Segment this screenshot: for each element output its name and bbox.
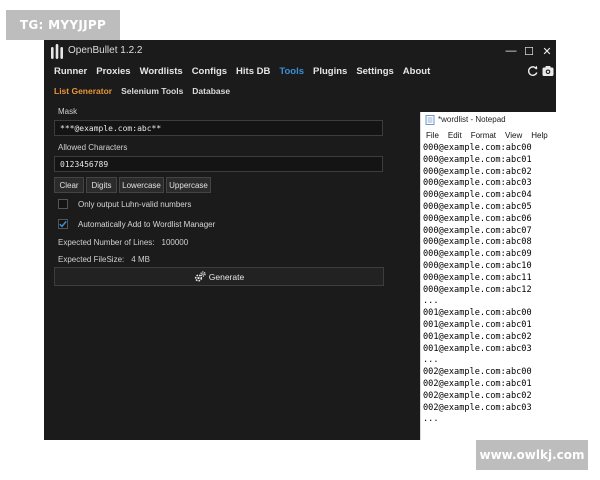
window-controls: — ☐ ✕: [502, 42, 556, 60]
nav-tab-proxies[interactable]: Proxies: [96, 66, 130, 77]
sub-tab-list-generator[interactable]: List Generator: [54, 86, 112, 96]
nav-tab-tools[interactable]: Tools: [279, 66, 304, 77]
expected-lines-label: Expected Number of Lines:: [58, 238, 155, 247]
wordlist-line: 000@example.com:abc08: [423, 237, 532, 248]
camera-icon[interactable]: [542, 65, 554, 77]
expected-filesize-value: 4 MB: [131, 255, 150, 264]
openbullet-logo-icon: [51, 44, 63, 59]
nav-tab-configs[interactable]: Configs: [192, 66, 227, 77]
checkmark-icon: [59, 220, 67, 228]
wordlist-line: 001@example.com:abc01: [423, 319, 532, 330]
wordlist-line: 000@example.com:abc10: [423, 260, 532, 271]
nav-tab-wordlists[interactable]: Wordlists: [140, 66, 183, 77]
wordlist-line: 001@example.com:abc00: [423, 308, 532, 319]
notepad-menu-file[interactable]: File: [426, 131, 439, 140]
wordlist-line: 001@example.com:abc03: [423, 343, 532, 354]
refresh-icon[interactable]: [527, 65, 539, 77]
mask-label: Mask: [58, 107, 78, 116]
notepad-menu-format[interactable]: Format: [471, 131, 496, 140]
notepad-title-bar: *wordlist - Notepad: [421, 112, 557, 127]
wordlist-line: ...: [423, 414, 439, 425]
digits-button[interactable]: Digits: [86, 177, 117, 193]
notepad-title: *wordlist - Notepad: [438, 115, 506, 124]
auto-add-checkbox-row[interactable]: Automatically Add to Wordlist Manager: [58, 219, 215, 229]
notepad-menu-bar: File Edit Format View Help: [426, 131, 557, 140]
notepad-icon: [425, 114, 435, 125]
wordlist-line: 000@example.com:abc12: [423, 284, 532, 295]
app-title: OpenBullet 1.2.2: [68, 45, 143, 56]
tools-sub-navigation: List Generator Selenium Tools Database: [54, 86, 239, 96]
wordlist-line: 002@example.com:abc03: [423, 402, 532, 413]
notepad-window: *wordlist - Notepad File Edit Format View He…: [420, 112, 557, 440]
sub-tab-database[interactable]: Database: [192, 86, 230, 96]
luhn-checkbox-row[interactable]: Only output Luhn-valid numbers: [58, 199, 191, 209]
wordlist-line: 000@example.com:abc03: [423, 178, 532, 189]
wordlist-line: 000@example.com:abc05: [423, 201, 532, 212]
gears-icon: [194, 270, 206, 282]
clear-button[interactable]: Clear: [54, 177, 84, 193]
close-button[interactable]: ✕: [538, 42, 556, 60]
watermark-top: TG: MYYJJPP: [6, 10, 120, 40]
nav-tab-runner[interactable]: Runner: [54, 66, 87, 77]
nav-tab-settings[interactable]: Settings: [356, 66, 393, 77]
auto-add-checkbox[interactable]: [58, 219, 68, 229]
expected-lines-value: 100000: [161, 238, 189, 247]
lowercase-button[interactable]: Lowercase: [119, 177, 164, 193]
wordlist-line: 001@example.com:abc02: [423, 331, 532, 342]
luhn-checkbox-label: Only output Luhn-valid numbers: [78, 199, 192, 209]
notepad-menu-view[interactable]: View: [505, 131, 522, 140]
minimize-button[interactable]: —: [502, 42, 520, 60]
nav-icons: [527, 65, 554, 77]
wordlist-line: 002@example.com:abc01: [423, 378, 532, 389]
wordlist-line: 002@example.com:abc02: [423, 390, 532, 401]
maximize-button[interactable]: ☐: [520, 42, 538, 60]
wordlist-line: 000@example.com:abc02: [423, 166, 532, 177]
notepad-text-area[interactable]: 000@example.com:abc00 000@example.com:abc…: [423, 143, 557, 426]
luhn-checkbox[interactable]: [58, 199, 68, 209]
wordlist-line: 000@example.com:abc06: [423, 213, 532, 224]
notepad-menu-help[interactable]: Help: [531, 131, 547, 140]
wordlist-line: 000@example.com:abc01: [423, 154, 532, 165]
nav-tab-plugins[interactable]: Plugins: [313, 66, 347, 77]
uppercase-button[interactable]: Uppercase: [166, 177, 211, 193]
sub-tab-selenium-tools[interactable]: Selenium Tools: [121, 86, 183, 96]
wordlist-line: 000@example.com:abc09: [423, 249, 532, 260]
allowed-characters-input[interactable]: [54, 156, 383, 172]
main-navigation: Runner Proxies Wordlists Configs Hits DB Tool…: [54, 66, 439, 77]
title-bar: OpenBullet 1.2.2 — ☐ ✕: [44, 40, 556, 62]
wordlist-line: 002@example.com:abc00: [423, 367, 532, 378]
wordlist-line: 000@example.com:abc07: [423, 225, 532, 236]
nav-tab-about[interactable]: About: [403, 66, 430, 77]
wordlist-line: ...: [423, 296, 439, 307]
wordlist-line: 000@example.com:abc11: [423, 272, 532, 283]
notepad-menu-edit[interactable]: Edit: [448, 131, 462, 140]
wordlist-line: 000@example.com:abc00: [423, 143, 532, 153]
watermark-bottom: www.owlkj.com: [476, 440, 588, 470]
auto-add-checkbox-label: Automatically Add to Wordlist Manager: [78, 219, 216, 229]
nav-tab-hits-db[interactable]: Hits DB: [236, 66, 270, 77]
character-buttons: Clear Digits Lowercase Uppercase: [54, 177, 211, 193]
expected-filesize-label: Expected FileSize:: [58, 255, 125, 264]
expected-lines-row: Expected Number of Lines: 100000: [58, 238, 188, 247]
wordlist-line: 000@example.com:abc04: [423, 190, 532, 201]
allowed-characters-label: Allowed Characters: [58, 143, 128, 152]
expected-filesize-row: Expected FileSize: 4 MB: [58, 255, 150, 264]
generate-button[interactable]: Generate: [54, 267, 384, 286]
generate-button-label: Generate: [208, 271, 245, 282]
wordlist-line: ...: [423, 355, 439, 366]
mask-input[interactable]: [54, 120, 383, 136]
